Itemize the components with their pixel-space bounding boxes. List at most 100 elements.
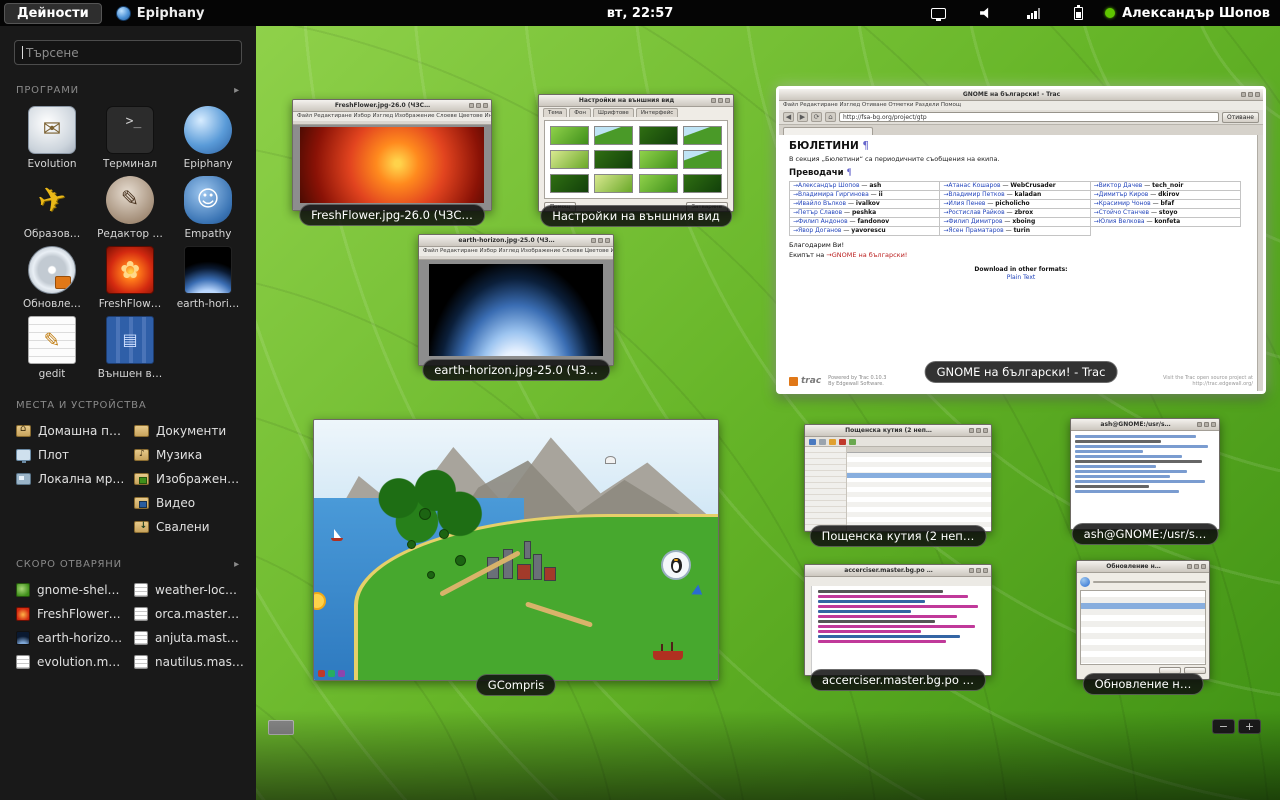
translator-name: Владимира Гиргинова	[798, 191, 869, 198]
network-signal-icon[interactable]	[1027, 8, 1040, 19]
app-tile[interactable]: Обновле…	[14, 246, 90, 310]
window-system-update[interactable]: Обновление н… Обновление н…	[1076, 560, 1210, 680]
translator-nick: bfaf	[1160, 200, 1174, 207]
recent-column-right: weather-loc… orca.master… anjuta.mast… n…	[134, 578, 246, 674]
translator-cell: →Ясен Праматаров — turin	[940, 227, 1090, 236]
place-label: Музика	[156, 448, 202, 462]
battery-icon[interactable]	[1074, 7, 1083, 20]
translator-nick: fandonov	[857, 218, 889, 225]
window-accerciser-po-editor[interactable]: accerciser.master.bg.po … accerciser.mas…	[804, 564, 992, 676]
translator-name: Ясен Праматаров	[948, 227, 1003, 234]
place-item[interactable]: Музика	[134, 443, 246, 467]
overview-sidebar: Търсене ПРОГРАМИ ▸ ✉ Evolution >_ Термин…	[0, 26, 256, 800]
place-item[interactable]: Плот	[16, 443, 128, 467]
window-trac-browser[interactable]: GNOME на български! - Trac Файл Редактир…	[776, 86, 1266, 394]
place-item[interactable]: Свалени	[134, 515, 246, 539]
app-menu[interactable]: Epiphany	[116, 6, 205, 21]
translator-name: Петър Славов	[798, 209, 842, 216]
recent-expander-icon[interactable]: ▸	[234, 559, 240, 570]
translator-cell: →Атанас Кошаров — WebCrusader	[940, 182, 1090, 191]
tab: Интерфейс	[636, 108, 678, 117]
app-tile[interactable]: ✎ gedit	[14, 316, 90, 380]
window-evolution-mail[interactable]: Пощенска кутия (2 неп… Пощенска кутия (2…	[804, 424, 992, 532]
workspace-indicator[interactable]	[268, 720, 294, 735]
home-icon: ⌂	[825, 112, 836, 122]
recent-item[interactable]: FreshFlower…	[16, 602, 128, 626]
translator-name: Стойчо Станчев	[1099, 209, 1149, 216]
app-label: earth-hori…	[177, 298, 240, 310]
places-column-right: Документи Музика Изображен… Видео	[134, 419, 246, 539]
translator-cell: →Стойчо Станчев — stoyo	[1091, 209, 1241, 218]
user-menu[interactable]: Александър Шопов	[1105, 6, 1270, 21]
translator-nick: yavorescu	[851, 227, 885, 234]
recent-item[interactable]: earth-horizo…	[16, 626, 128, 650]
translator-name: Ростислав Райков	[948, 209, 1004, 216]
recent-item[interactable]: evolution.m…	[16, 650, 128, 674]
search-input[interactable]: Търсене	[14, 40, 242, 65]
recent-item[interactable]: orca.master…	[134, 602, 246, 626]
activities-button[interactable]: Дейности	[4, 3, 102, 24]
app-tile[interactable]: ☺ Empathy	[170, 176, 246, 240]
place-icon	[16, 473, 31, 485]
recent-item[interactable]: nautilus.mas…	[134, 650, 246, 674]
window-earth-horizon-gimp[interactable]: earth-horizon.jpg-25.0 (ЧЗ… Файл Редакти…	[418, 234, 614, 366]
browser-tab	[783, 127, 873, 135]
place-item[interactable]: Видео	[134, 491, 246, 515]
place-item[interactable]: Документи	[134, 419, 246, 443]
app-tile[interactable]: >_ Терминал	[92, 106, 168, 170]
tab: Тема	[543, 108, 567, 117]
translators-table: →Александър Шопов — ash →Атанас Кошаров …	[789, 181, 1241, 236]
place-item[interactable]: Домашна п…	[16, 419, 128, 443]
app-tile[interactable]: Epiphany	[170, 106, 246, 170]
add-workspace-button[interactable]: +	[1238, 719, 1261, 734]
window-gcompris[interactable]: GCompris	[313, 419, 719, 681]
volume-icon[interactable]	[980, 7, 993, 19]
window-caption: GNOME на български! - Trac	[925, 361, 1118, 383]
recent-item[interactable]: gnome-shel…	[16, 578, 128, 602]
translator-name: Атанас Кошаров	[948, 182, 1000, 189]
display-icon[interactable]	[931, 8, 946, 19]
wallpaper-grid	[544, 120, 728, 199]
recent-item[interactable]: anjuta.mast…	[134, 626, 246, 650]
programs-expander-icon[interactable]: ▸	[234, 85, 240, 96]
app-tile[interactable]: earth-hori…	[170, 246, 246, 310]
translator-nick: tech_noir	[1152, 182, 1183, 189]
back-icon: ◀	[783, 112, 794, 122]
window-caption: FreshFlower.jpg-26.0 (ЧЗС…	[299, 204, 485, 226]
translator-cell: →Явор Доганов — yavorescu	[790, 227, 940, 236]
workspace-overview: FreshFlower.jpg-26.0 (ЧЗС… Файл Редактир…	[256, 26, 1280, 800]
go-button: Отиване	[1222, 112, 1259, 123]
clock[interactable]: вт, 22:57	[607, 6, 674, 21]
app-tile[interactable]: ✎ Редактор …	[92, 176, 168, 240]
window-thumbnail: FreshFlower.jpg-26.0 (ЧЗС… Файл Редактир…	[292, 99, 492, 211]
place-item[interactable]: Изображен…	[134, 467, 246, 491]
remove-workspace-button[interactable]: −	[1212, 719, 1235, 734]
translator-cell: →Филип Димитров — xboing	[940, 218, 1090, 227]
sailboat	[334, 529, 341, 538]
app-tile[interactable]: ✿ FreshFlow…	[92, 246, 168, 310]
translator-name: Владимир Петков	[948, 191, 1004, 198]
editor-text	[805, 586, 991, 675]
forest	[362, 467, 483, 545]
app-tile[interactable]: ✈ Образов…	[14, 176, 90, 240]
recent-item[interactable]: weather-loc…	[134, 578, 246, 602]
app-icon-freshflower: ✿	[106, 246, 154, 294]
app-tile[interactable]: ✉ Evolution	[14, 106, 90, 170]
translator-nick: ii	[879, 191, 883, 198]
window-freshflower-gimp[interactable]: FreshFlower.jpg-26.0 (ЧЗС… Файл Редактир…	[292, 99, 492, 211]
app-icon-earth-horizon	[184, 246, 232, 294]
app-tile[interactable]: ▤ Външен в…	[92, 316, 168, 380]
place-label: Локална мр…	[38, 472, 124, 486]
window-thumbnail	[313, 419, 719, 681]
translator-cell: →Ростислав Райков — zbrox	[940, 209, 1090, 218]
translator-nick: turin	[1014, 227, 1030, 234]
presence-available-icon	[1105, 8, 1115, 18]
place-item[interactable]: Локална мр…	[16, 467, 128, 491]
translator-nick: WebCrusader	[1010, 182, 1055, 189]
translator-name: Явор Доганов	[798, 227, 841, 234]
browser-toolbar: ◀ ▶ ⟳ ⌂ http://fsa-bg.org/project/gtp От…	[779, 110, 1263, 125]
translator-cell: →Петър Славов — peshka	[790, 209, 940, 218]
place-icon	[16, 425, 31, 437]
window-terminal[interactable]: ash@GNOME:/usr/s… ash@GNOME:/usr/s…	[1070, 418, 1220, 530]
window-appearance-settings[interactable]: Настройки на външния вид ТемаФонШрифтове…	[538, 94, 734, 212]
